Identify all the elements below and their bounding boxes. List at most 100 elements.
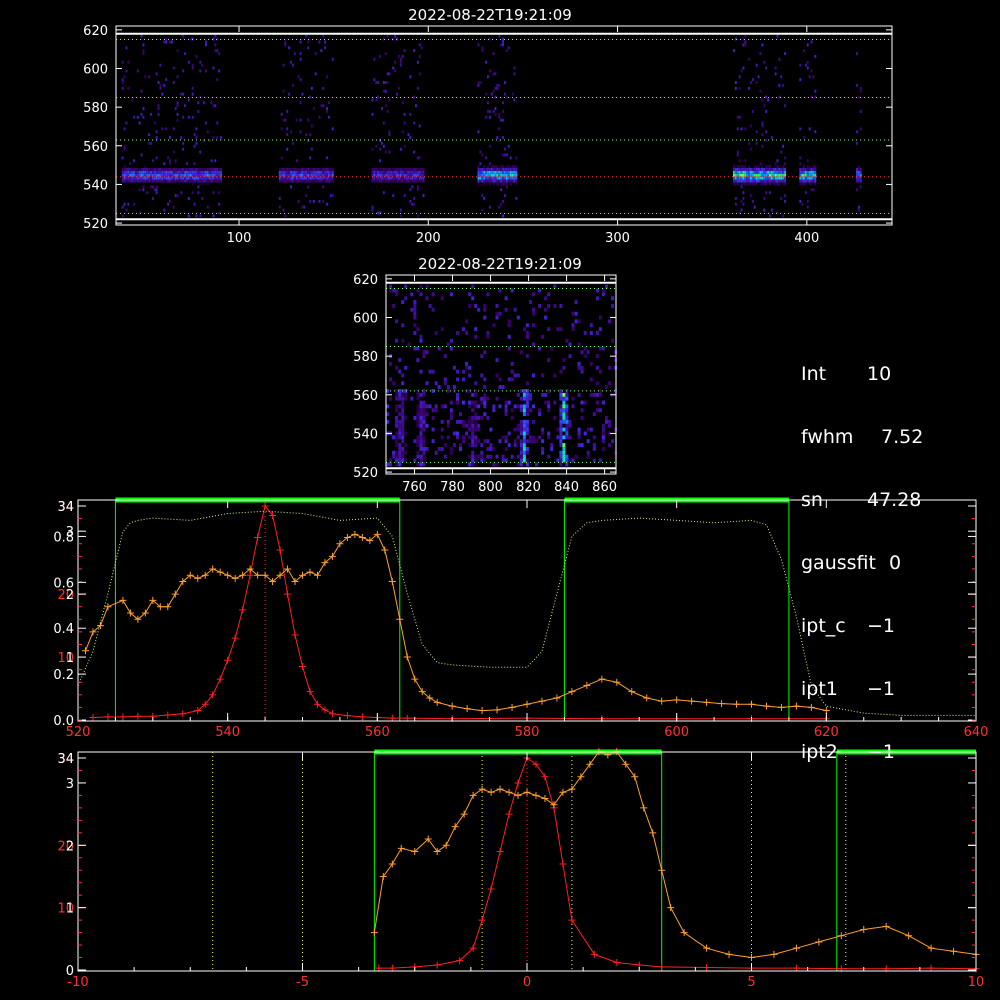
heatmap-cell [142,107,145,110]
heatmap-cell [278,179,281,183]
heatmap-cell [471,284,475,289]
heatmap-cell [377,81,380,84]
heatmap-cell [381,170,383,174]
heatmap-cell [286,133,289,137]
heatmap-cell [801,173,804,177]
heatmap-cell [416,170,419,174]
heatmap-cell [388,168,391,171]
heatmap-cell [389,361,392,366]
heatmap-cell [386,168,389,171]
heatmap-cell [167,156,169,160]
heatmap-cell [504,296,508,301]
heatmap-cell [440,419,444,424]
heatmap-cell [859,127,862,131]
heatmap-cell [479,150,482,154]
heatmap-cell [331,127,334,131]
heatmap-cell [507,168,510,171]
heatmap-cell [134,168,137,171]
heatmap-cell [492,110,495,113]
x-tick-label: 300 [605,231,630,246]
heatmap-cell [763,197,766,200]
heatmap-cell [507,443,511,447]
data-point [792,702,800,710]
heatmap-cell [322,179,325,183]
heatmap-cell [477,307,481,312]
heatmap-cell [492,408,496,413]
heatmap-cell [169,176,171,180]
heatmap-cell [804,63,807,67]
heatmap-cell [398,431,402,436]
heatmap-cell [386,179,389,183]
heatmap-cell [507,377,511,382]
heatmap-cell [553,373,557,378]
heatmap-cell [799,162,802,166]
heatmap-cell [456,431,459,436]
heatmap-cell [479,179,482,183]
heatmap-cell [403,168,406,171]
heatmap-cell [562,358,566,362]
data-point [451,823,459,831]
heatmap-cell [284,168,287,171]
heatmap-cell [810,170,813,174]
data-point [358,713,366,721]
heatmap-cell [498,34,501,38]
heatmap-cell [751,199,754,203]
x-tick-label: 760 [402,480,427,495]
heatmap-cell [401,454,405,459]
heatmap-cell [398,458,402,463]
heatmap-cell [504,194,506,197]
heatmap-cell [410,307,414,312]
heatmap-cell [399,57,402,61]
heatmap-cell [394,170,397,174]
heatmap-cell [153,168,156,171]
heatmap-cell [468,292,472,297]
heatmap-cell [205,69,207,73]
data-point [487,885,495,893]
heatmap-cell [586,454,590,459]
heatmap-cell [479,168,482,171]
heatmap-cell [856,170,858,174]
heatmap-cell [592,458,596,463]
heatmap-cell [297,199,300,203]
heatmap-cell [738,75,741,79]
heatmap-cell [123,179,126,183]
heatmap-cell [377,95,380,99]
heatmap-cell [769,165,771,168]
y-tick-label: 540 [353,427,378,442]
data-point [239,606,247,614]
heatmap-cell [413,168,416,171]
heatmap-cell [577,319,581,324]
heatmap-cell [509,173,512,177]
heatmap-cell [399,168,402,171]
heatmap-cell [418,55,421,58]
heatmap-cell [598,346,602,351]
heatmap-cell [373,173,376,177]
data-point [328,710,336,718]
heatmap-cell [133,170,135,174]
heatmap-cell [465,431,469,436]
heatmap-cell [399,170,402,174]
data-point [496,785,504,793]
heatmap-cell [134,179,137,183]
heatmap-cell [528,408,532,413]
heatmap-cell [513,373,517,378]
heatmap-cell [462,377,465,382]
data-point [725,950,733,958]
heatmap-cell [121,170,124,174]
heatmap-cell [562,435,566,440]
heatmap-cell [505,185,508,189]
heatmap-cell [136,69,139,73]
heatmap-cell [488,110,491,113]
heatmap-cell [803,136,805,139]
heatmap-cell [449,338,453,343]
heatmap-cell [562,427,566,432]
heatmap-cell [413,311,417,316]
heatmap-cell [419,408,423,413]
data-point [397,844,405,852]
data-point [568,785,576,793]
heatmap-cell [496,165,499,168]
heatmap-cell [488,115,491,119]
heatmap-cell [155,188,158,192]
heatmap-cell [305,170,308,174]
heatmap-cell [388,179,391,183]
